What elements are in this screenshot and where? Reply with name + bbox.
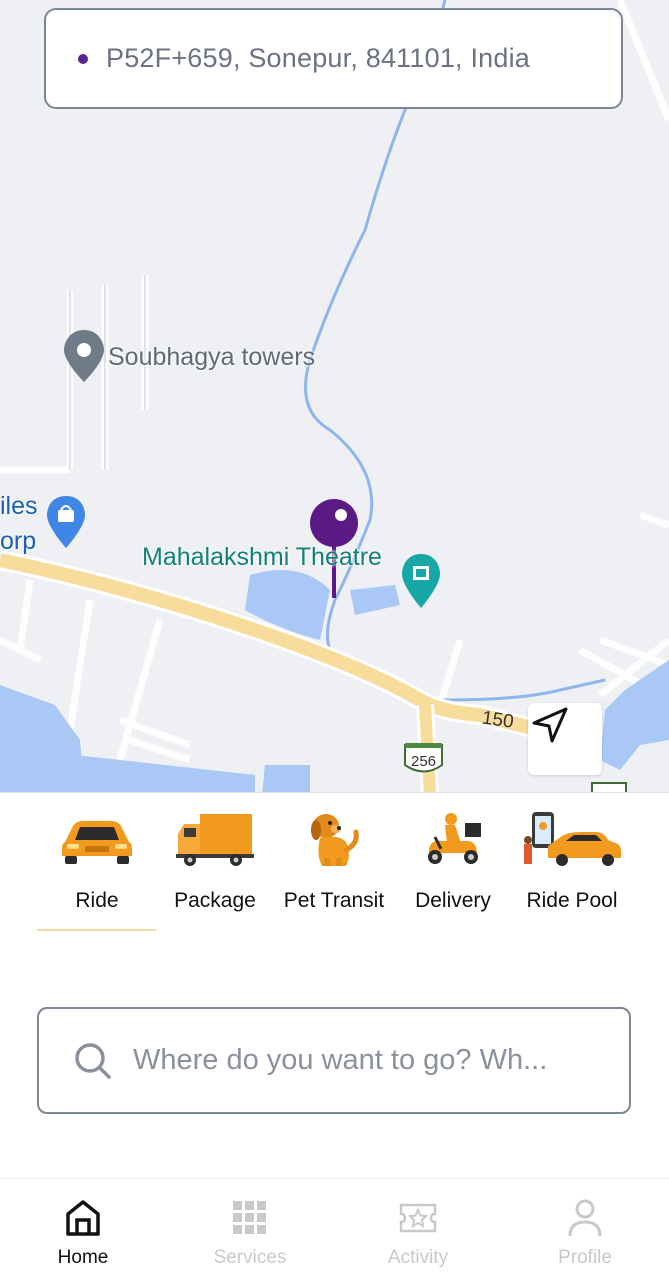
selected-service-indicator bbox=[37, 929, 156, 931]
service-ride-pool[interactable]: Ride Pool bbox=[512, 809, 632, 913]
bottom-navigation: Home Services Activity Profile bbox=[0, 1178, 669, 1281]
poi-label[interactable]: orp bbox=[0, 527, 36, 556]
service-label: Package bbox=[174, 889, 256, 912]
current-location-bar[interactable]: P52F+659, Sonepur, 841101, India bbox=[44, 8, 623, 109]
scooter-icon bbox=[428, 813, 481, 864]
navigation-arrow-icon bbox=[532, 707, 568, 743]
service-ride[interactable]: Ride bbox=[37, 809, 157, 913]
nav-label: Activity bbox=[387, 1247, 449, 1268]
grid-icon bbox=[233, 1201, 266, 1234]
nav-label: Profile bbox=[558, 1247, 612, 1268]
svg-text:150: 150 bbox=[481, 708, 515, 733]
highway-shield-256: 256 bbox=[404, 743, 443, 773]
movie-theatre-icon[interactable] bbox=[402, 554, 440, 608]
nav-services[interactable]: Services bbox=[180, 1197, 320, 1269]
nav-home[interactable]: Home bbox=[13, 1197, 153, 1269]
service-selector: Ride Package Pet Transit Delivery Ride P… bbox=[0, 793, 669, 933]
poi-label[interactable]: Mahalakshmi Theatre bbox=[142, 543, 382, 572]
nav-label: Services bbox=[213, 1247, 287, 1268]
poi-label[interactable]: iles bbox=[0, 492, 38, 521]
recenter-button[interactable] bbox=[528, 703, 602, 775]
service-label: Ride bbox=[75, 889, 119, 912]
destination-search-box[interactable] bbox=[37, 1007, 631, 1114]
search-icon bbox=[73, 1041, 113, 1081]
service-label: Pet Transit bbox=[283, 889, 385, 912]
destination-search-input[interactable] bbox=[131, 1043, 605, 1078]
map-view[interactable]: 256 150 Soubhagya towers Mahalakshmi The… bbox=[0, 0, 669, 795]
service-label: Ride Pool bbox=[526, 889, 618, 912]
home-icon bbox=[66, 1200, 100, 1236]
service-delivery[interactable]: Delivery bbox=[393, 809, 513, 913]
shopping-bag-icon[interactable] bbox=[47, 496, 85, 548]
ticket-icon bbox=[399, 1203, 437, 1233]
service-label: Delivery bbox=[415, 889, 491, 912]
truck-icon bbox=[176, 814, 254, 866]
svg-text:256: 256 bbox=[411, 753, 436, 770]
car-icon bbox=[62, 821, 132, 864]
ride-pool-icon bbox=[524, 812, 621, 866]
service-package[interactable]: Package bbox=[155, 809, 275, 913]
nav-profile[interactable]: Profile bbox=[515, 1197, 655, 1269]
nav-activity[interactable]: Activity bbox=[348, 1197, 488, 1269]
nav-label: Home bbox=[57, 1247, 109, 1268]
dog-icon bbox=[311, 814, 359, 866]
bottom-sheet: Ride Package Pet Transit Delivery Ride P… bbox=[0, 792, 669, 1179]
current-address: P52F+659, Sonepur, 841101, India bbox=[106, 43, 530, 73]
service-pet-transit[interactable]: Pet Transit bbox=[274, 809, 394, 913]
map-canvas: 256 150 bbox=[0, 0, 669, 795]
poi-label[interactable]: Soubhagya towers bbox=[108, 343, 315, 372]
person-icon bbox=[568, 1199, 602, 1237]
location-dot-icon bbox=[78, 53, 88, 64]
